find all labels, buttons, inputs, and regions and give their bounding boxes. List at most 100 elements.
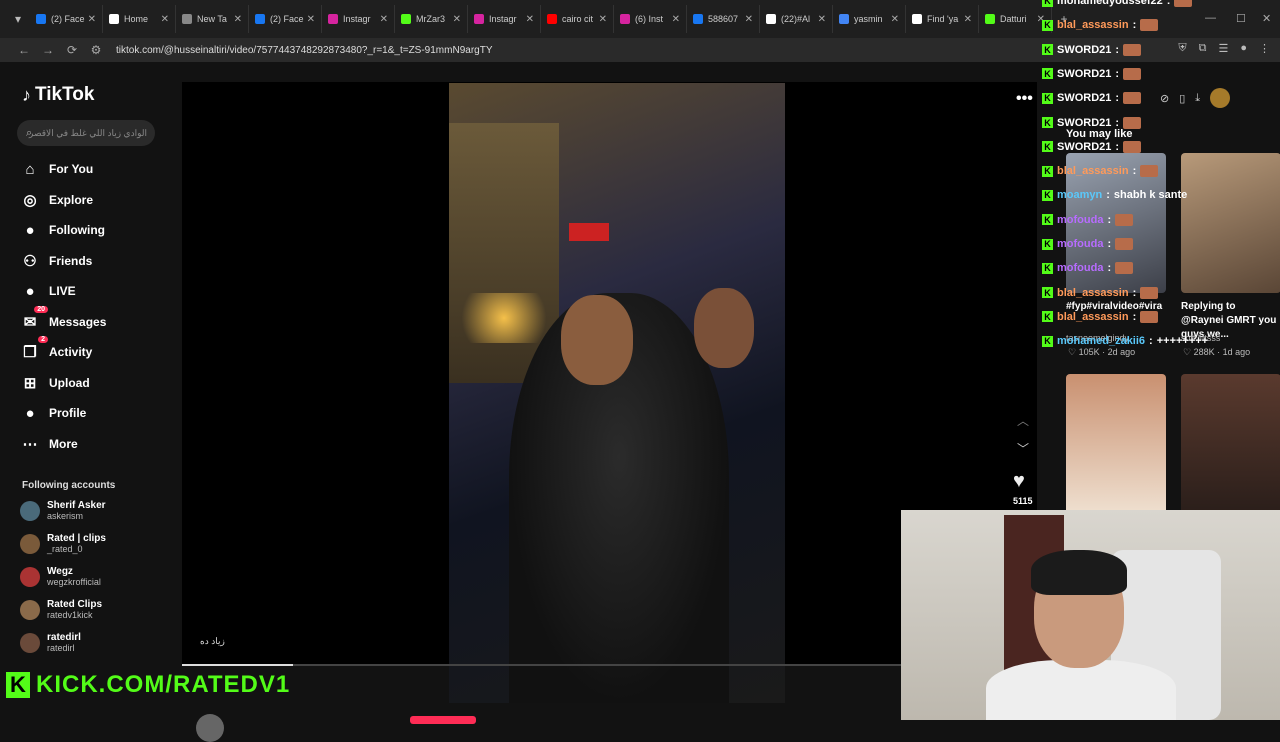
chat-username: SWORD21 bbox=[1057, 92, 1112, 105]
forward-icon[interactable]: → bbox=[36, 43, 60, 57]
like-heart-icon[interactable]: ♥ bbox=[1013, 470, 1025, 493]
close-tab-icon[interactable]: ✕ bbox=[672, 14, 680, 25]
minimize-icon[interactable]: — bbox=[1205, 12, 1216, 24]
close-tab-icon[interactable]: ✕ bbox=[161, 14, 169, 25]
browser-tab[interactable]: (2) Face ✕ bbox=[249, 5, 322, 33]
close-tab-icon[interactable]: ✕ bbox=[891, 14, 899, 25]
tab-list-icon[interactable]: ▾ bbox=[6, 7, 30, 31]
recommended-thumb-3[interactable] bbox=[1066, 374, 1166, 514]
progress-fill bbox=[182, 664, 294, 666]
author-avatar[interactable] bbox=[196, 714, 224, 742]
search-input[interactable]: ⌕ الوادي زياد اللي غلط في الاقصر bbox=[17, 120, 155, 146]
nav-item-live[interactable]: ● LIVE bbox=[20, 281, 75, 301]
nav-label: For You bbox=[49, 162, 94, 176]
tab-title: cairo cit bbox=[562, 14, 594, 24]
following-account[interactable]: ratedirl ratedirl bbox=[20, 632, 81, 653]
more-options-icon[interactable]: ••• bbox=[1016, 90, 1033, 108]
follow-button[interactable] bbox=[410, 716, 476, 724]
nav-item-friends[interactable]: ⚇ Friends bbox=[20, 251, 92, 271]
compass-icon[interactable]: ⊘ bbox=[1160, 92, 1169, 108]
browser-tab[interactable]: 588607 ✕ bbox=[687, 5, 760, 33]
site-info-icon[interactable]: ⚙ bbox=[84, 43, 108, 57]
streamer-hair bbox=[1031, 550, 1127, 595]
following-account[interactable]: Sherif Asker askerism bbox=[20, 500, 106, 521]
kick-banner: K KICK.COM/RATEDV1 bbox=[6, 671, 290, 699]
chat-username: mofouda bbox=[1057, 238, 1104, 250]
browser-tab[interactable]: Home ✕ bbox=[103, 5, 176, 33]
nav-item-following[interactable]: ● Following bbox=[20, 220, 105, 240]
nav-item-messages[interactable]: ✉ 20 Messages bbox=[20, 305, 106, 332]
browser-tab[interactable]: (6) Inst ✕ bbox=[614, 5, 687, 33]
reload-icon[interactable]: ⟳ bbox=[60, 43, 84, 57]
close-window-icon[interactable]: ✕ bbox=[1262, 12, 1271, 25]
nav-item-for-you[interactable]: ⌂ For You bbox=[20, 159, 93, 179]
chat-colon: : bbox=[1107, 238, 1112, 250]
browser-tab[interactable]: (2) Face ✕ bbox=[30, 5, 103, 33]
you-may-like-title: You may like bbox=[1066, 128, 1133, 140]
browser-tab[interactable]: (22)#Al ✕ bbox=[760, 5, 833, 33]
browser-tab[interactable]: Instagr ✕ bbox=[468, 5, 541, 33]
profile-icon[interactable]: ● bbox=[1240, 42, 1247, 55]
device-icon[interactable]: ▯ bbox=[1179, 92, 1185, 108]
chat-message: Kmofouda: bbox=[1042, 213, 1134, 226]
account-name: Wegz bbox=[47, 566, 73, 577]
kick-badge-icon: K bbox=[1042, 44, 1053, 56]
nav-item-activity[interactable]: ❐ 2 Activity bbox=[20, 336, 92, 362]
live-icon: ● bbox=[25, 282, 35, 300]
close-tab-icon[interactable]: ✕ bbox=[526, 14, 534, 25]
browser-tab[interactable]: Instagr ✕ bbox=[322, 5, 395, 33]
chat-username: moamyn bbox=[1057, 189, 1103, 202]
account-name: Rated | clips bbox=[47, 533, 106, 544]
close-tab-icon[interactable]: ✕ bbox=[745, 14, 753, 25]
recommended-thumb-2[interactable] bbox=[1181, 153, 1280, 293]
chat-message: Kmoamyn: shabh k sante bbox=[1042, 189, 1187, 201]
maximize-icon[interactable]: ☐ bbox=[1236, 12, 1246, 25]
recommended-thumb-4[interactable] bbox=[1181, 374, 1280, 514]
nav-item-profile[interactable]: ● Profile bbox=[20, 403, 86, 423]
video-author-strip bbox=[182, 706, 1037, 742]
previous-video-icon[interactable]: ︿ bbox=[1017, 412, 1029, 429]
close-tab-icon[interactable]: ✕ bbox=[380, 14, 388, 25]
browser-tab[interactable]: New Ta ✕ bbox=[176, 5, 249, 33]
following-account[interactable]: Rated | clips _rated_0 bbox=[20, 533, 106, 554]
compass-icon: ◎ bbox=[23, 191, 37, 209]
tab-title: Instagr bbox=[343, 14, 371, 24]
x-icon bbox=[109, 14, 119, 24]
nav-item-more[interactable]: ⋯ More bbox=[20, 434, 78, 454]
tab-search-icon[interactable]: ☰ bbox=[1218, 42, 1228, 55]
chat-colon: : bbox=[1132, 19, 1137, 32]
browser-tab[interactable]: yasmin ✕ bbox=[833, 5, 906, 33]
like-count: 5115 bbox=[1013, 496, 1033, 506]
logo-text: TikTok bbox=[35, 84, 95, 105]
chat-username: blal_assassin bbox=[1057, 165, 1129, 178]
close-tab-icon[interactable]: ✕ bbox=[818, 14, 826, 25]
tab-title: (2) Face bbox=[270, 14, 304, 24]
url-text[interactable]: tiktok.com/@husseinaltiri/video/75774437… bbox=[116, 45, 492, 56]
user-avatar[interactable] bbox=[1210, 88, 1231, 108]
close-tab-icon[interactable]: ✕ bbox=[599, 14, 607, 25]
nav-item-explore[interactable]: ◎ Explore bbox=[20, 190, 93, 210]
back-icon[interactable]: ← bbox=[12, 43, 36, 57]
next-video-icon[interactable]: ﹀ bbox=[1017, 440, 1029, 457]
tiktok-logo[interactable]: ♪ TikTok bbox=[22, 84, 94, 106]
browser-tab[interactable]: Find 'ya ✕ bbox=[906, 5, 979, 33]
browser-tab[interactable]: MrZar3 ✕ bbox=[395, 5, 468, 33]
following-account[interactable]: Wegz wegzkrofficial bbox=[20, 566, 101, 587]
close-tab-icon[interactable]: ✕ bbox=[453, 14, 461, 25]
close-tab-icon[interactable]: ✕ bbox=[234, 14, 242, 25]
kick-badge-icon: K bbox=[1042, 19, 1053, 31]
video-frame[interactable] bbox=[449, 83, 785, 703]
shield-icon[interactable]: ⛨ bbox=[1178, 42, 1186, 55]
browser-tab[interactable]: cairo cit ✕ bbox=[541, 5, 614, 33]
emote-icon bbox=[1140, 165, 1159, 178]
nav-item-upload[interactable]: ⊞ Upload bbox=[20, 373, 90, 393]
close-tab-icon[interactable]: ✕ bbox=[307, 14, 315, 25]
following-account[interactable]: Rated Clips ratedv1kick bbox=[20, 599, 102, 620]
close-tab-icon[interactable]: ✕ bbox=[964, 14, 972, 25]
chat-colon: : bbox=[1115, 92, 1120, 105]
download-icon[interactable]: ⤓ bbox=[1195, 92, 1200, 108]
following-accounts-title: Following accounts bbox=[22, 480, 116, 491]
close-tab-icon[interactable]: ✕ bbox=[88, 14, 96, 25]
menu-icon[interactable]: ⋮ bbox=[1259, 42, 1270, 55]
extensions-icon[interactable]: ⧉ bbox=[1199, 42, 1207, 55]
